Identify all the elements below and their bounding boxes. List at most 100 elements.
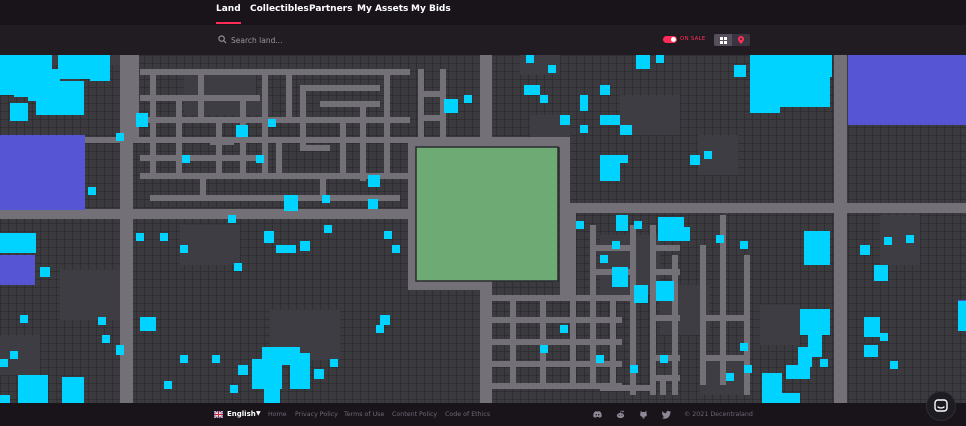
on-sale-parcel[interactable] <box>676 227 690 241</box>
on-sale-parcel[interactable] <box>40 267 50 277</box>
on-sale-parcel[interactable] <box>368 199 378 209</box>
on-sale-parcel[interactable] <box>238 365 248 375</box>
on-sale-parcel[interactable] <box>10 351 18 359</box>
district[interactable] <box>0 135 85 210</box>
on-sale-parcel[interactable] <box>300 241 310 251</box>
on-sale-parcel[interactable] <box>98 317 106 325</box>
on-sale-parcel[interactable] <box>704 151 712 159</box>
on-sale-parcel[interactable] <box>330 359 338 367</box>
on-sale-parcel[interactable] <box>18 375 48 403</box>
on-sale-parcel[interactable] <box>212 355 220 363</box>
on-sale-parcel[interactable] <box>464 95 472 103</box>
on-sale-parcel[interactable] <box>776 393 800 403</box>
twitter-icon[interactable] <box>662 410 671 419</box>
footer-link-home[interactable]: Home <box>268 411 287 418</box>
on-sale-parcel[interactable] <box>20 315 28 323</box>
on-sale-parcel[interactable] <box>90 55 110 81</box>
tab-my-bids[interactable]: My Bids <box>411 4 451 14</box>
on-sale-parcel[interactable] <box>284 195 298 211</box>
on-sale-parcel[interactable] <box>860 245 870 255</box>
on-sale-parcel[interactable] <box>880 333 888 341</box>
on-sale-parcel[interactable] <box>740 343 748 351</box>
on-sale-parcel[interactable] <box>612 241 620 249</box>
on-sale-parcel[interactable] <box>0 233 36 253</box>
on-sale-parcel[interactable] <box>734 65 746 77</box>
land-map-canvas[interactable] <box>0 55 966 403</box>
grid-view-button[interactable] <box>714 34 732 46</box>
footer-link-terms-of-use[interactable]: Terms of Use <box>344 411 384 418</box>
land-map[interactable] <box>0 55 966 403</box>
on-sale-parcel[interactable] <box>0 65 14 95</box>
on-sale-parcel[interactable] <box>290 353 310 389</box>
on-sale-parcel[interactable] <box>322 195 330 203</box>
tab-my-assets[interactable]: My Assets <box>357 4 408 14</box>
on-sale-parcel[interactable] <box>314 369 324 379</box>
on-sale-parcel[interactable] <box>88 187 96 195</box>
on-sale-parcel[interactable] <box>616 215 628 231</box>
on-sale-parcel[interactable] <box>380 315 390 325</box>
on-sale-parcel[interactable] <box>576 221 584 229</box>
on-sale-parcel[interactable] <box>560 325 568 333</box>
on-sale-parcel[interactable] <box>164 381 172 389</box>
on-sale-parcel[interactable] <box>368 175 380 187</box>
on-sale-parcel[interactable] <box>580 125 588 133</box>
on-sale-parcel[interactable] <box>660 355 668 363</box>
on-sale-parcel[interactable] <box>656 55 664 63</box>
on-sale-parcel[interactable] <box>600 155 620 181</box>
on-sale-parcel[interactable] <box>116 133 124 141</box>
on-sale-parcel[interactable] <box>874 265 888 281</box>
on-sale-parcel[interactable] <box>600 255 608 263</box>
on-sale-parcel[interactable] <box>160 233 168 241</box>
on-sale-parcel[interactable] <box>786 365 810 379</box>
tab-land[interactable]: Land <box>216 4 241 24</box>
on-sale-parcel[interactable] <box>10 103 28 121</box>
reddit-icon[interactable] <box>616 410 625 419</box>
on-sale-parcel[interactable] <box>726 373 734 381</box>
footer-link-content-policy[interactable]: Content Policy <box>392 411 437 418</box>
on-sale-parcel[interactable] <box>116 345 124 355</box>
on-sale-parcel[interactable] <box>276 245 296 253</box>
on-sale-parcel[interactable] <box>864 317 880 337</box>
caret-down-icon[interactable]: ▼ <box>256 410 261 417</box>
on-sale-parcel[interactable] <box>750 103 780 113</box>
on-sale-parcel[interactable] <box>634 285 648 303</box>
on-sale-parcel[interactable] <box>820 359 828 367</box>
on-sale-parcel[interactable] <box>264 385 280 403</box>
footer-link-privacy-policy[interactable]: Privacy Policy <box>295 411 338 418</box>
on-sale-parcel[interactable] <box>864 345 878 357</box>
on-sale-parcel[interactable] <box>228 215 236 223</box>
on-sale-parcel[interactable] <box>384 231 392 239</box>
on-sale-parcel[interactable] <box>600 85 610 95</box>
on-sale-parcel[interactable] <box>540 95 548 103</box>
on-sale-parcel[interactable] <box>800 309 830 335</box>
on-sale-parcel[interactable] <box>600 115 620 125</box>
on-sale-parcel[interactable] <box>612 267 628 287</box>
on-sale-parcel[interactable] <box>524 85 540 95</box>
on-sale-parcel[interactable] <box>0 395 10 403</box>
on-sale-parcel[interactable] <box>810 55 832 77</box>
on-sale-parcel[interactable] <box>392 245 400 253</box>
on-sale-parcel[interactable] <box>102 335 110 343</box>
district[interactable] <box>0 255 35 285</box>
tab-collectibles[interactable]: Collectibles <box>250 4 309 14</box>
on-sale-parcel[interactable] <box>620 125 632 135</box>
on-sale-parcel[interactable] <box>596 355 604 363</box>
on-sale-parcel[interactable] <box>540 345 548 353</box>
language-selector[interactable]: English <box>227 410 256 418</box>
on-sale-parcel[interactable] <box>716 235 724 243</box>
discord-icon[interactable] <box>593 410 602 419</box>
on-sale-parcel[interactable] <box>560 115 570 125</box>
on-sale-parcel[interactable] <box>526 55 534 63</box>
on-sale-parcel[interactable] <box>580 95 588 111</box>
on-sale-parcel[interactable] <box>906 235 914 243</box>
on-sale-parcel[interactable] <box>636 55 650 69</box>
on-sale-parcel[interactable] <box>230 385 238 393</box>
on-sale-parcel[interactable] <box>62 377 84 403</box>
search-land-input[interactable] <box>231 33 411 47</box>
on-sale-parcel[interactable] <box>798 347 812 367</box>
on-sale-parcel[interactable] <box>182 155 190 163</box>
on-sale-parcel[interactable] <box>0 359 8 367</box>
on-sale-parcel[interactable] <box>690 155 700 165</box>
on-sale-parcel[interactable] <box>36 93 84 115</box>
on-sale-parcel[interactable] <box>234 263 242 271</box>
